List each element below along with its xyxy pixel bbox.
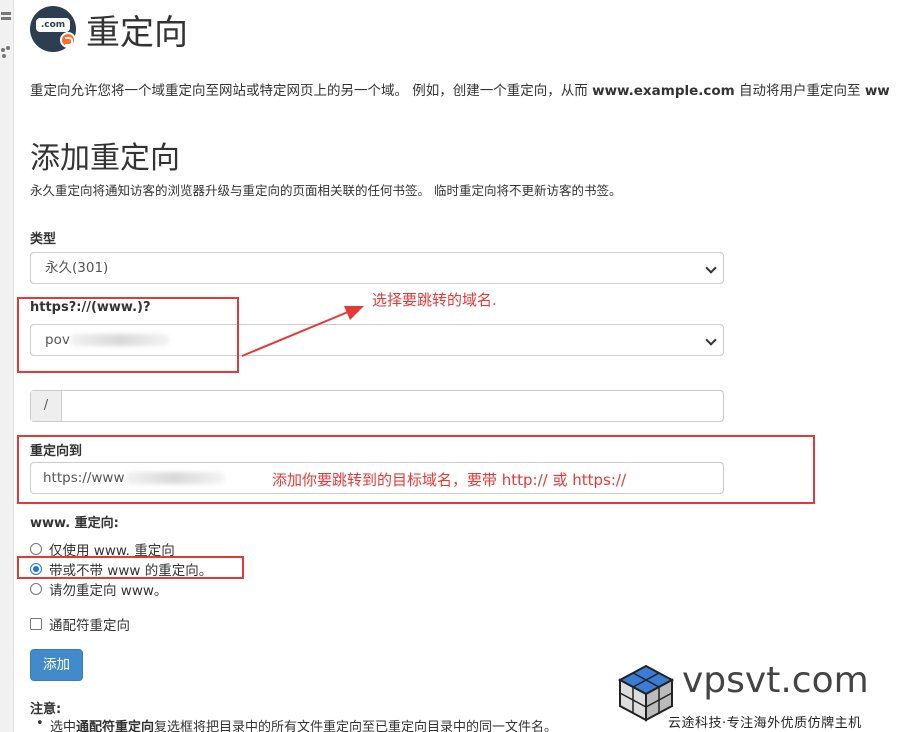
path-input[interactable] [62, 391, 723, 421]
intro-text: 重定向允许您将一个域重定向至网站或特定网页上的另一个域。 例如，创建一个重定向，… [30, 83, 890, 99]
watermark-site: vpsvt.com [682, 660, 869, 701]
annotation-choose-domain: 选择要跳转的域名. [372, 291, 497, 309]
paw-icon[interactable] [1, 46, 11, 60]
annotation-box-domain [17, 297, 239, 373]
sidebar-strip [0, 0, 14, 732]
add-button[interactable]: 添加 [30, 649, 83, 681]
path-input-group: / [30, 390, 724, 422]
cube-logo-icon [617, 664, 675, 722]
chevron-down-icon [705, 334, 717, 346]
type-label: 类型 [30, 232, 57, 247]
page-header: .com 重定向 [30, 4, 188, 54]
section-title: 添加重定向 [30, 141, 180, 176]
radio-button[interactable] [30, 583, 42, 595]
annotation-box-radio [17, 556, 244, 579]
page-title: 重定向 [86, 12, 188, 53]
type-select[interactable]: 永久(301) [30, 252, 724, 284]
note-item: 选中通配符重定向复选框将把目录中的所有文件重定向至已重定向目录中的同一文件名。 [36, 716, 557, 732]
redirect-logo-icon: .com [30, 6, 76, 52]
annotation-target-domain: 添加你要跳转到的目标域名，要带 http:// 或 https:// [272, 471, 627, 489]
path-prefix: / [31, 391, 62, 421]
wildcard-checkbox-row[interactable]: 通配符重定向 [30, 614, 130, 634]
watermark-tagline: 云途科技·专注海外优质仿牌主机 [668, 716, 862, 731]
note-label: 注意: [30, 702, 62, 717]
section-description: 永久重定向将通知访客的浏览器升级与重定向的页面相关联的任何书签。 临时重定向将不… [30, 183, 622, 198]
annotation-arrow [241, 306, 364, 357]
grid-icon[interactable] [1, 12, 11, 24]
www-redirect-label: www. 重定向: [30, 516, 119, 531]
watermark: vpsvt.com 云途科技·专注海外优质仿牌主机 [612, 660, 902, 732]
chevron-down-icon [705, 262, 717, 274]
wildcard-checkbox[interactable] [30, 618, 42, 630]
radio-no-www[interactable]: 请勿重定向 www。 [30, 579, 167, 599]
radio-button[interactable] [30, 543, 42, 555]
